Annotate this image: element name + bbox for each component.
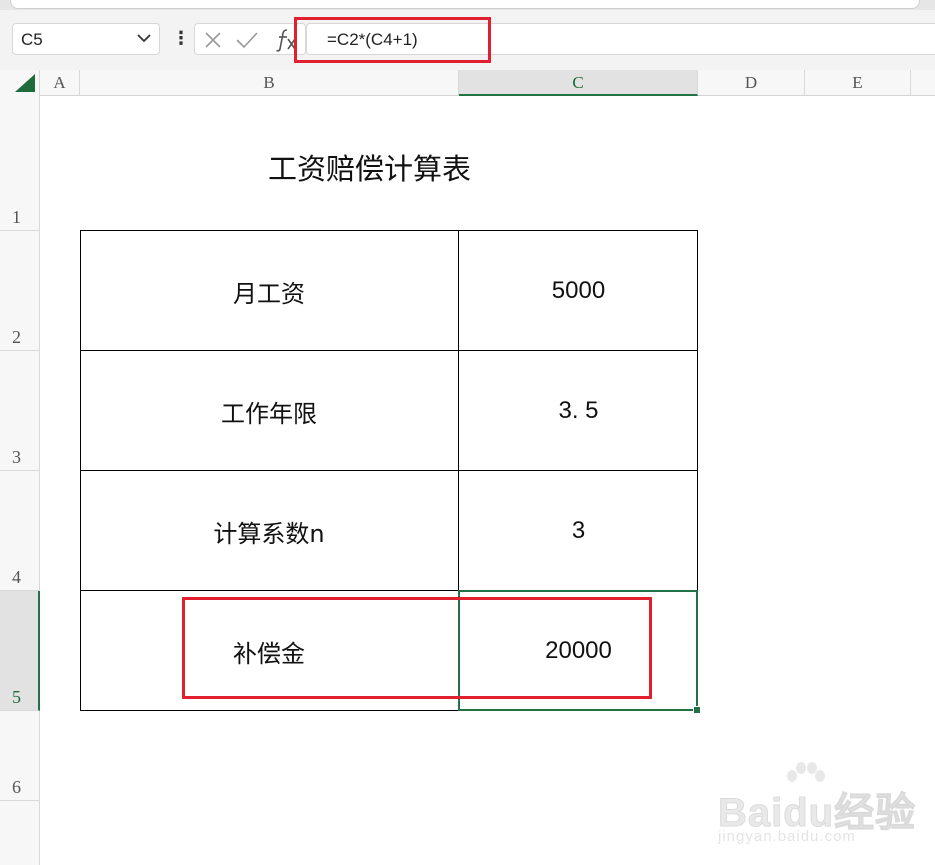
fill-handle[interactable] — [693, 706, 701, 714]
chevron-down-icon[interactable] — [135, 29, 153, 47]
row-header-2[interactable]: 2 — [0, 231, 40, 351]
confirm-icon[interactable] — [235, 30, 259, 50]
sheet-title[interactable]: 工资赔偿计算表 — [268, 146, 518, 186]
cell-c4[interactable]: 3 — [459, 471, 698, 591]
name-box[interactable]: C5 — [12, 23, 160, 55]
cancel-icon[interactable] — [203, 30, 223, 50]
baidu-watermark: Baidu经验 jingyan.baidu.com — [717, 760, 928, 855]
cell-b3[interactable]: 工作年限 — [80, 351, 458, 471]
cell-b2[interactable]: 月工资 — [80, 231, 458, 351]
watermark-url: jingyan.baidu.com — [718, 828, 856, 845]
cell-c2[interactable]: 5000 — [459, 231, 698, 351]
row-header-1[interactable]: 1 — [0, 96, 40, 231]
cell-c3[interactable]: 3. 5 — [459, 351, 698, 471]
row-header-5[interactable]: 5 — [0, 591, 40, 711]
column-header-c[interactable]: C — [459, 70, 698, 96]
ribbon-edge — [0, 0, 935, 10]
column-header-d[interactable]: D — [698, 70, 805, 96]
formula-highlight-box — [294, 17, 491, 63]
result-highlight-box — [182, 597, 652, 699]
row-header-7[interactable] — [0, 801, 40, 865]
row-header-4[interactable]: 4 — [0, 471, 40, 591]
more-options-icon[interactable]: ⋮ — [172, 30, 190, 50]
column-header-b[interactable]: B — [80, 70, 459, 96]
select-all-button[interactable] — [0, 70, 40, 96]
row-header-3[interactable]: 3 — [0, 351, 40, 471]
column-header-e[interactable]: E — [805, 70, 911, 96]
formula-actions — [194, 23, 306, 55]
column-header-f[interactable] — [911, 70, 935, 96]
row-header-6[interactable]: 6 — [0, 711, 40, 801]
cell-b4[interactable]: 计算系数n — [80, 471, 458, 591]
column-header-a[interactable]: A — [40, 70, 80, 96]
name-box-value: C5 — [21, 30, 43, 49]
